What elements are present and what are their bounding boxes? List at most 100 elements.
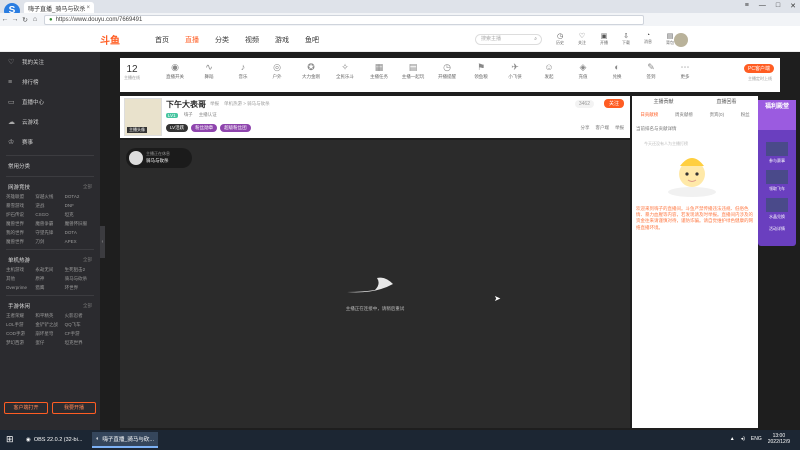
category-link[interactable]: 守望先锋 — [35, 230, 64, 236]
promo-item[interactable]: 参与赛事 — [762, 142, 792, 164]
forward-icon[interactable]: → — [10, 16, 20, 23]
nav-video[interactable]: 视频 — [245, 35, 259, 45]
tab-replay[interactable]: 直播回看 — [716, 98, 736, 105]
activity-badge[interactable]: LV活跃 — [166, 124, 189, 132]
maximize-icon[interactable]: □ — [776, 2, 780, 10]
category-link[interactable]: DOTA — [65, 230, 94, 236]
category-link[interactable]: 其他 — [6, 276, 35, 282]
category-link[interactable]: 刀剑 — [35, 239, 64, 245]
sidebar-common[interactable]: 常用分类 — [0, 159, 100, 173]
category-link[interactable]: 王者荣耀 — [6, 313, 35, 319]
task-item[interactable]: ♪ 音乐 — [230, 62, 256, 80]
task-item[interactable]: ◈ 充值 — [570, 62, 596, 80]
category-link[interactable]: DOTA2 — [65, 194, 94, 200]
task-item[interactable]: ▦ 主播任务 — [366, 62, 392, 80]
nav-home[interactable]: 首页 — [155, 35, 169, 45]
minimize-icon[interactable]: — — [759, 2, 766, 10]
follow-list-button[interactable]: ♡ 关注 — [574, 32, 590, 46]
sidebar-item-cloud-game[interactable]: ☁ 云游戏 — [0, 112, 100, 132]
category-link[interactable]: 永劫无间 — [35, 267, 64, 273]
windows-start-icon[interactable]: ⊞ — [6, 434, 14, 445]
category-link[interactable]: 炉石传说 — [6, 212, 35, 218]
task-item[interactable]: ∿ 舞蹈 — [196, 62, 222, 80]
category-link[interactable]: 我的世界 — [6, 230, 35, 236]
category-link[interactable]: COD手游 — [6, 331, 35, 337]
category-link[interactable]: 魔兽世界 — [6, 239, 35, 245]
task-item[interactable]: ◉ 直播开关 — [162, 62, 188, 80]
anchor-name[interactable]: 嗨子 — [184, 112, 193, 118]
category-link[interactable]: 魔兽怀旧服 — [65, 221, 94, 227]
taskbar-app-browser[interactable]: ◐ 嗨子直播_骑马与砍... — [92, 432, 158, 448]
share-button[interactable]: 分享 — [581, 125, 590, 131]
client-button[interactable]: 客户端 — [596, 125, 610, 131]
category-link[interactable]: 火影忍者 — [65, 313, 94, 319]
task-item[interactable]: ◷ 开播提醒 — [434, 62, 460, 80]
category-link[interactable]: Overprime — [6, 285, 35, 291]
category-link[interactable]: 坦克世界 — [65, 340, 94, 346]
promo-item[interactable]: 领取飞车 — [762, 170, 792, 192]
tab-anchor-contribution[interactable]: 主播贡献 — [653, 98, 673, 105]
promo-item[interactable]: 水晶兑换 — [762, 198, 792, 220]
tab-vip[interactable]: 贵宾(0) — [710, 112, 725, 118]
history-button[interactable]: ◷ 历史 — [552, 32, 568, 46]
task-item[interactable]: ◐ 兑换 — [604, 62, 630, 80]
language-indicator[interactable]: ENG — [751, 436, 762, 442]
fan-medal-badge[interactable]: 粉丝勋章 — [191, 124, 218, 132]
category-link[interactable]: CSGO — [35, 212, 64, 218]
sidebar-collapse-handle[interactable]: ‹ — [100, 226, 105, 258]
section-single-games[interactable]: 单机热游 全部 — [0, 253, 100, 267]
promo-panel[interactable]: 福利殿堂 参与赛事 领取飞车 水晶兑换 活动详情 — [758, 100, 796, 246]
network-icon[interactable]: ▲ — [730, 436, 735, 442]
task-item[interactable]: ✧ 全民乐斗 — [332, 62, 358, 80]
category-link[interactable]: 骑马与砍杀 — [65, 276, 94, 282]
anchor-card[interactable]: 主播正在休息 骑马与砍杀 — [126, 148, 192, 168]
task-item[interactable]: ⚑ 领鱼粮 — [468, 62, 494, 80]
tab-day-rank[interactable]: 日贡献榜 — [640, 112, 658, 118]
section-online-games[interactable]: 网游竞技 全部 — [0, 180, 100, 194]
task-item[interactable]: ☺ 发起 — [536, 62, 562, 80]
task-item[interactable]: ⋯ 更多 — [672, 62, 698, 80]
report-button[interactable]: 举报 — [615, 125, 624, 131]
category-link[interactable]: 魔兽争霸 — [35, 221, 64, 227]
pc-client-button[interactable]: PC客户端 — [744, 64, 774, 73]
category-link[interactable]: 梦幻西游 — [6, 340, 35, 346]
close-tab-icon[interactable]: × — [86, 5, 90, 11]
category-link[interactable]: 生死狙击2 — [65, 267, 94, 273]
douyu-logo[interactable]: 斗鱼 — [100, 32, 120, 47]
category-link[interactable]: 环世界 — [65, 285, 94, 291]
category-link[interactable]: 原神 — [35, 276, 64, 282]
category-link[interactable]: 猎鹰 — [35, 285, 64, 291]
section-mobile-games[interactable]: 手游休闲 全部 — [0, 299, 100, 313]
tab-fans[interactable]: 粉丝 — [741, 112, 750, 118]
start-stream-button[interactable]: 我要开播 — [52, 402, 96, 414]
category-link[interactable]: 蛋仔 — [35, 340, 64, 346]
category-link[interactable]: QQ飞车 — [65, 322, 94, 328]
back-icon[interactable]: ← — [0, 16, 10, 23]
category-link[interactable]: 主机游戏 — [6, 267, 35, 273]
category-link[interactable]: LOL手游 — [6, 322, 35, 328]
category-link[interactable]: 逆战 — [35, 203, 64, 209]
search-icon[interactable]: ⌕ — [534, 35, 537, 44]
category-link[interactable]: 金铲铲之战 — [35, 322, 64, 328]
nav-category[interactable]: 分类 — [215, 35, 229, 45]
address-bar[interactable]: ● https://www.douyu.com/7669491 — [44, 14, 644, 25]
go-live-button[interactable]: ▣ 开播 — [596, 32, 612, 46]
avatar[interactable] — [674, 33, 688, 47]
follow-button[interactable]: 关注 — [603, 99, 624, 108]
category-link[interactable]: DNF — [65, 203, 94, 209]
open-client-button[interactable]: 客户端打开 — [4, 402, 48, 414]
taskbar-app-obs[interactable]: ◉ OBS 22.0.2 (32-bi... — [22, 432, 86, 448]
task-item[interactable]: ✪ 大力金刚 — [298, 62, 324, 80]
sidebar-item-live-center[interactable]: ▭ 直播中心 — [0, 92, 100, 112]
volume-icon[interactable]: ◂) — [741, 436, 745, 442]
category-link[interactable]: 穿越火线 — [35, 194, 64, 200]
sidebar-item-events[interactable]: ♔ 赛事 — [0, 132, 100, 152]
nav-live[interactable]: 直播 — [185, 35, 199, 45]
sidebar-item-rank[interactable]: ≡ 排行榜 — [0, 72, 100, 92]
download-button[interactable]: ⇩ 下载 — [618, 32, 634, 46]
super-fan-badge[interactable]: 超级粉丝团 — [220, 124, 251, 132]
promo-item[interactable]: 活动详情 — [762, 226, 792, 232]
category-link[interactable]: APEX — [65, 239, 94, 245]
category-link[interactable]: 坦克 — [65, 212, 94, 218]
room-category[interactable]: 单机热游 > 骑马与砍杀 — [224, 101, 270, 107]
